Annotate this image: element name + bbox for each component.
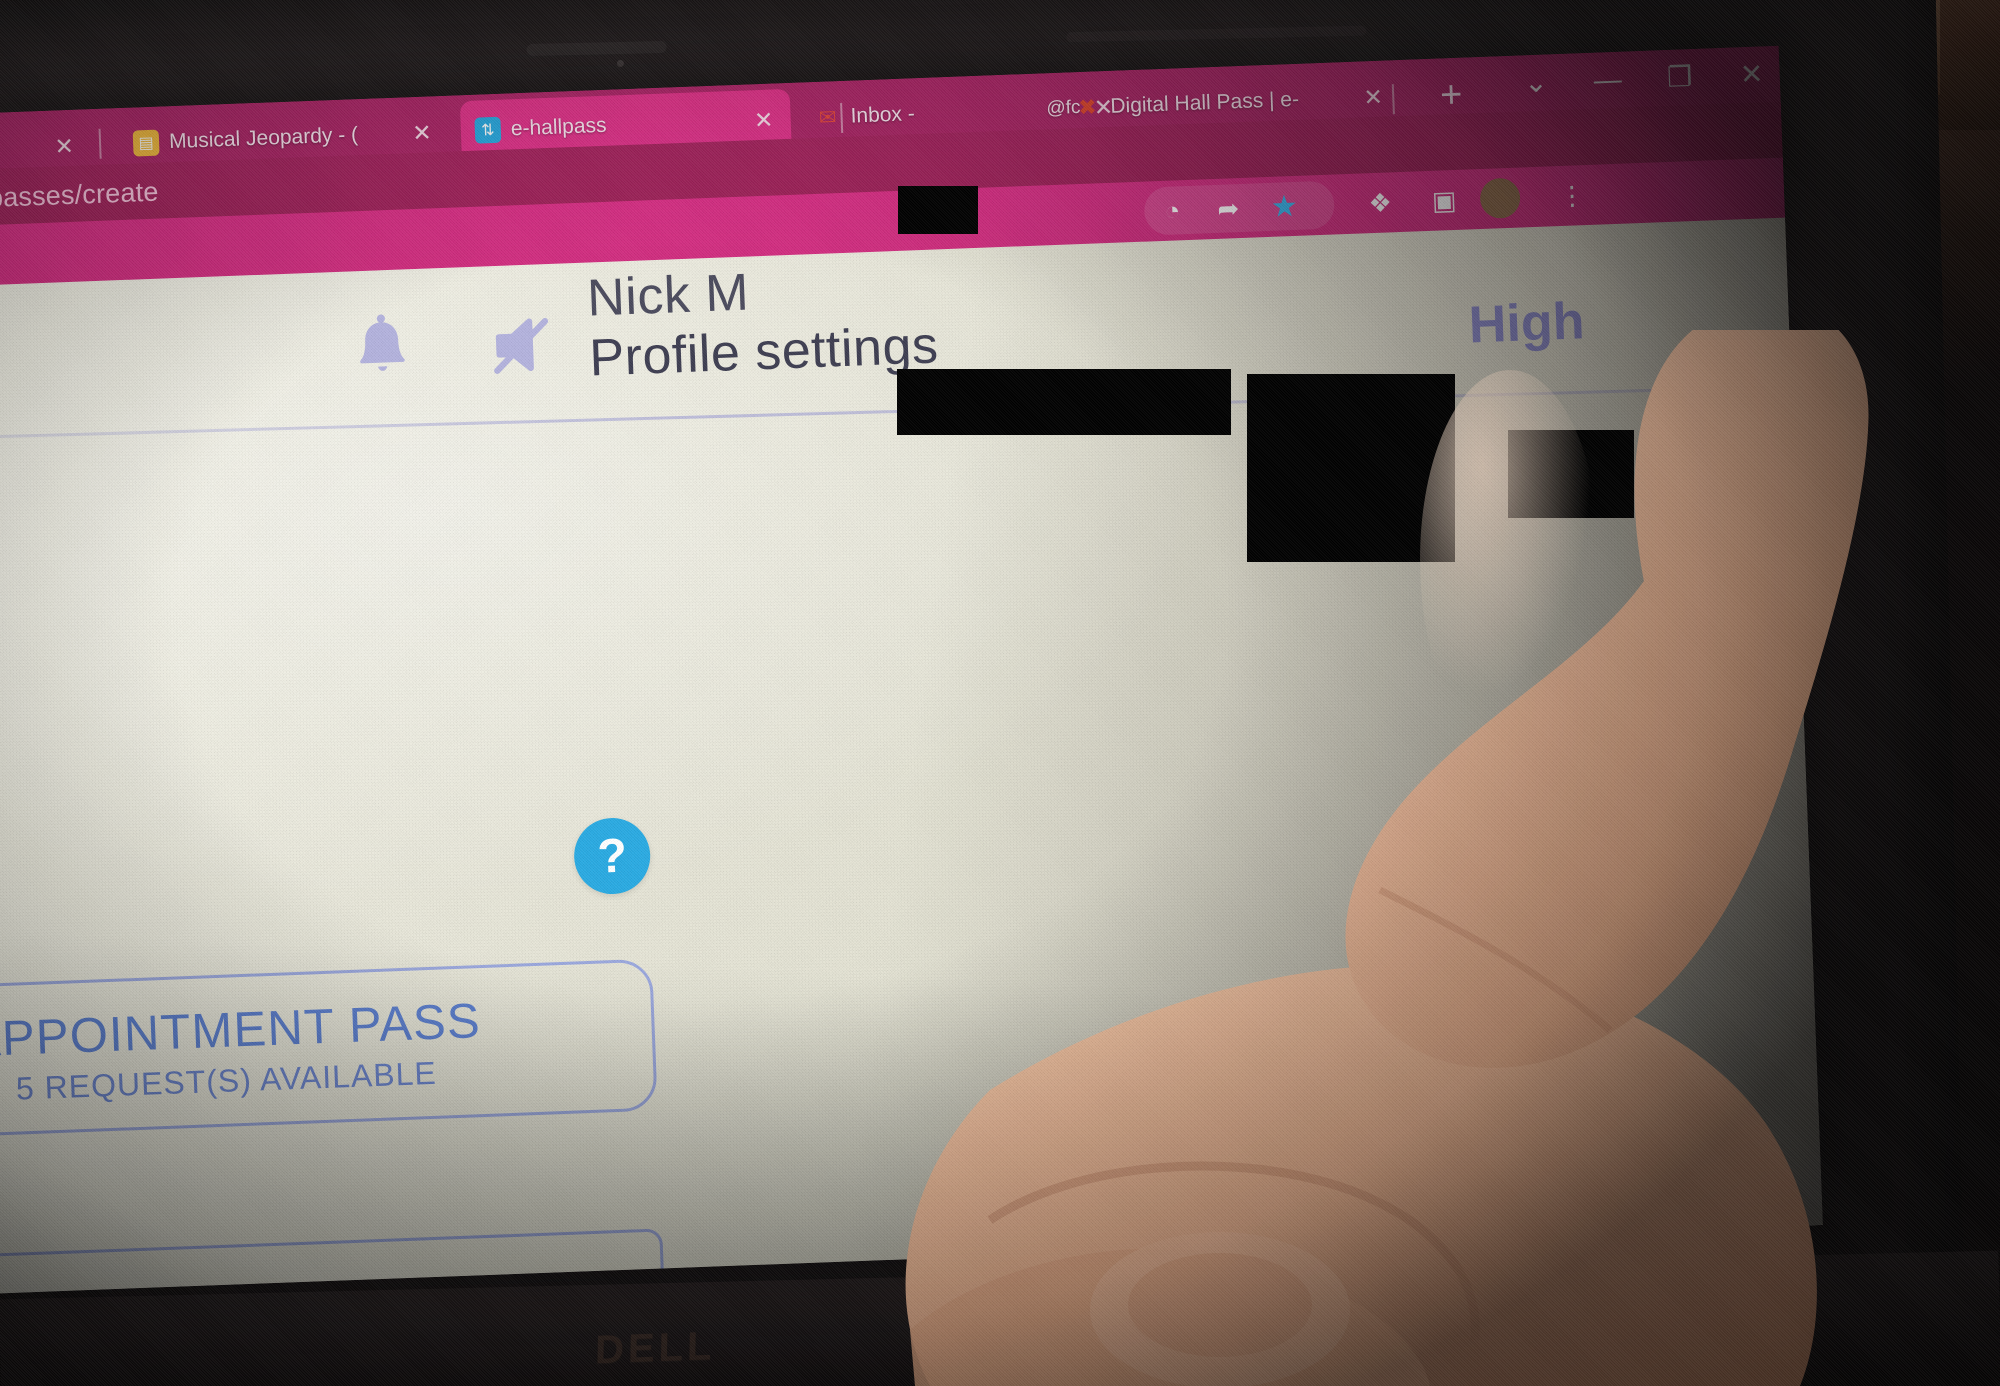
bell-icon[interactable] bbox=[347, 307, 416, 394]
tab-close-icon[interactable]: ✕ bbox=[408, 119, 435, 147]
tab-actions-chevron-icon[interactable]: ⌄ bbox=[1499, 66, 1572, 98]
tab-title: Musical Jeopardy - ( bbox=[168, 123, 359, 154]
ehallpass-icon: ⇅ bbox=[474, 116, 502, 144]
redaction-box-profile-photo bbox=[1247, 374, 1455, 562]
read-aloud-icon[interactable]: ◔ bbox=[1143, 186, 1201, 236]
favorite-star-icon[interactable]: ★ bbox=[1255, 181, 1313, 231]
tab-close-icon[interactable]: ✕ bbox=[1360, 83, 1387, 111]
bezel-vent-right bbox=[1066, 25, 1367, 43]
restore-button[interactable]: ❐ bbox=[1643, 61, 1716, 93]
school-name-label: High bbox=[1467, 292, 1586, 355]
photo-of-laptop-screen: DELL Hub Copilot · You ✕ ▤ Musical Jeopa… bbox=[0, 0, 2000, 1386]
slides-icon: ▤ bbox=[132, 129, 160, 157]
tab-close-icon[interactable]: ✕ bbox=[750, 106, 777, 134]
settings-menu-icon[interactable]: ⋮ bbox=[1543, 171, 1601, 221]
minimize-button[interactable]: — bbox=[1571, 64, 1644, 96]
toolbar-pill-group: ◔ ➦ ★ bbox=[1143, 180, 1336, 236]
tab-title: Inbox - bbox=[850, 102, 916, 128]
redaction-box-user-name bbox=[897, 369, 1231, 435]
hallpass-red-icon: ✖ bbox=[1077, 94, 1098, 121]
redaction-box-school bbox=[1508, 430, 1634, 518]
tab-title: Digital Hall Pass | e- bbox=[1109, 87, 1300, 118]
url-path: /passes/create bbox=[0, 176, 160, 214]
share-icon[interactable]: ➦ bbox=[1199, 183, 1257, 233]
gmail-icon: ✉ bbox=[818, 105, 837, 130]
dell-brand-logo: DELL bbox=[594, 1324, 716, 1373]
extensions-puzzle-icon[interactable]: ❖ bbox=[1351, 178, 1409, 228]
tab-title: Hub Copilot · You bbox=[0, 135, 42, 169]
speaker-muted-icon[interactable] bbox=[488, 309, 569, 385]
tab-close-icon[interactable]: ✕ bbox=[51, 132, 78, 160]
split-screen-icon[interactable]: ▣ bbox=[1415, 175, 1473, 225]
new-tab-button[interactable]: + bbox=[1439, 74, 1463, 117]
bezel-vent bbox=[526, 40, 667, 56]
close-window-button[interactable]: ✕ bbox=[1715, 58, 1788, 90]
webcam-icon bbox=[616, 59, 624, 68]
user-name: Nick M bbox=[586, 263, 751, 328]
tab-title: e-hallpass bbox=[510, 113, 607, 141]
redaction-box-tab-inbox bbox=[898, 186, 978, 234]
